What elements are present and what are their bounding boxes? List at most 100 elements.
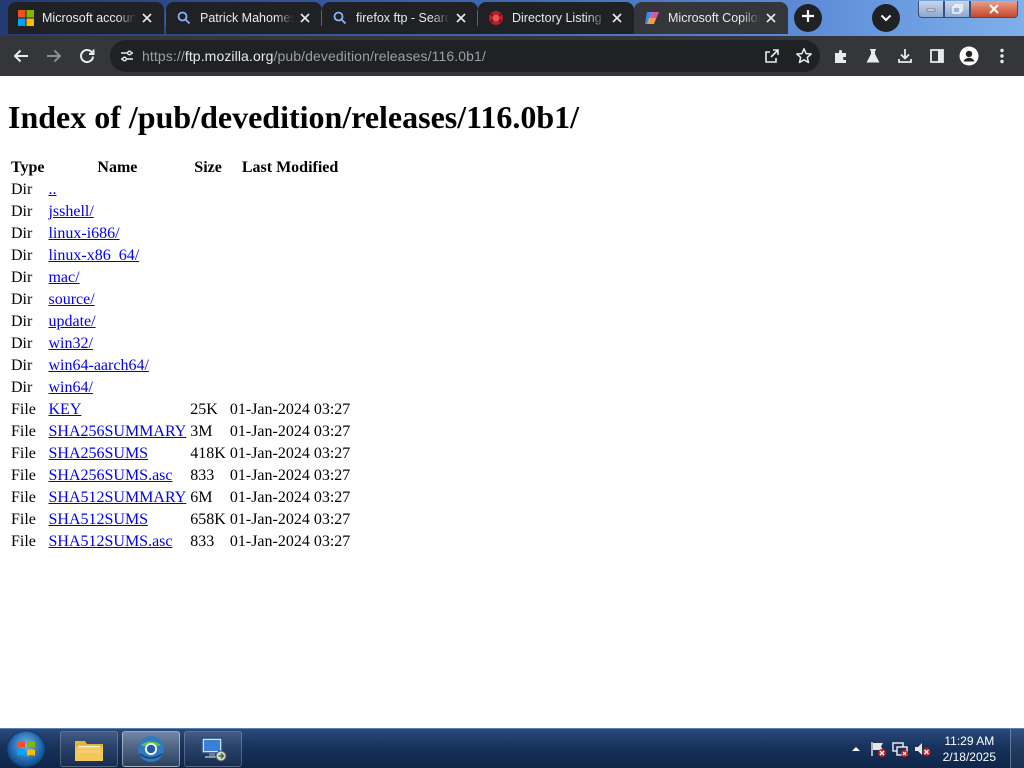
cell-name: linux-i686/ [47, 224, 187, 244]
avatar-icon [959, 46, 979, 66]
forward-button[interactable] [38, 40, 70, 72]
url-path: /pub/devedition/releases/116.0b1/ [273, 48, 486, 64]
url-text[interactable]: https://ftp.mozilla.org/pub/devedition/r… [142, 48, 486, 64]
cell-last-modified [229, 290, 351, 310]
cell-type: Dir [11, 313, 33, 330]
directory-link[interactable]: linux-i686/ [48, 225, 119, 242]
close-icon[interactable] [606, 7, 628, 29]
network-icon [891, 742, 908, 757]
back-button[interactable] [5, 40, 37, 72]
menu-button[interactable] [986, 40, 1018, 72]
labs-button[interactable] [857, 40, 889, 72]
maximize-button[interactable] [944, 1, 970, 18]
puzzle-icon [835, 50, 846, 63]
cell-last-modified [229, 180, 351, 200]
directory-link[interactable]: update/ [48, 313, 95, 330]
table-row: Dir jsshell/ [10, 202, 351, 222]
profile-button[interactable] [953, 40, 985, 72]
cell-type: File [11, 423, 36, 440]
file-link[interactable]: SHA512SUMS [48, 511, 148, 528]
cell-type: Dir [11, 247, 33, 264]
file-link[interactable]: SHA256SUMS [48, 445, 148, 462]
cell-type: Dir [11, 335, 33, 352]
table-row: Dir win64-aarch64/ [10, 356, 351, 376]
directory-link[interactable]: win32/ [48, 335, 92, 352]
cell-size [189, 356, 227, 376]
cell-type: File [11, 445, 36, 462]
forward-arrow-icon [47, 49, 62, 63]
search-icon [176, 10, 192, 26]
close-window-button[interactable] [970, 1, 1018, 18]
taskbar-chrome[interactable] [122, 731, 180, 767]
tab-firefox-ftp-search[interactable]: firefox ftp - Search [322, 2, 478, 34]
cell-name: update/ [47, 312, 187, 332]
cell-last-modified [229, 378, 351, 398]
directory-link[interactable]: linux-x86_64/ [48, 247, 139, 264]
taskbar-file-explorer[interactable] [60, 731, 118, 767]
address-bar[interactable]: https://ftp.mozilla.org/pub/devedition/r… [110, 40, 820, 72]
downloads-button[interactable] [889, 40, 921, 72]
site-settings-icon [121, 50, 133, 62]
share-button[interactable] [756, 40, 788, 72]
tab-microsoft-account[interactable]: Microsoft account | Sign In [8, 2, 164, 34]
close-icon[interactable] [450, 7, 472, 29]
bookmark-button[interactable] [788, 40, 820, 72]
close-icon[interactable] [136, 7, 158, 29]
taskbar: 11:29 AM 2/18/2025 [0, 728, 1024, 768]
table-header-row: Type Name Size Last Modified [10, 158, 351, 178]
cell-size: 833 [190, 533, 215, 550]
directory-link[interactable]: .. [48, 181, 56, 198]
tab-directory-listing[interactable]: Directory Listing [478, 2, 634, 34]
new-tab-button[interactable] [794, 4, 822, 32]
show-hidden-icons-button[interactable] [845, 738, 867, 760]
table-row: File SHA256SUMS.asc 833 01-Jan-2024 03:27 [10, 466, 351, 486]
minimize-button[interactable] [918, 1, 944, 18]
table-row: Dir.. [10, 180, 351, 200]
tab-patrick-mahomes-search[interactable]: Patrick Mahomes - Search [166, 2, 322, 34]
side-panel-button[interactable] [921, 40, 953, 72]
file-link[interactable]: SHA256SUMS.asc [48, 467, 172, 484]
extensions-button[interactable] [825, 40, 857, 72]
directory-link[interactable]: jsshell/ [48, 203, 93, 220]
directory-link[interactable]: win64/ [48, 379, 92, 396]
start-button[interactable] [6, 730, 46, 768]
cell-name: mac/ [47, 268, 187, 288]
close-icon[interactable] [294, 7, 316, 29]
file-link[interactable]: KEY [48, 401, 81, 418]
cell-last-modified [229, 356, 351, 376]
cell-size: 3M [190, 423, 213, 440]
cell-size [189, 224, 227, 244]
cell-size [189, 290, 227, 310]
file-link[interactable]: SHA256SUMMARY [48, 423, 186, 440]
cell-size: 418K [190, 445, 226, 462]
file-link[interactable]: SHA512SUMS.asc [48, 533, 172, 550]
clock-date: 2/18/2025 [942, 750, 996, 764]
table-row: File SHA256SUMS 418K 01-Jan-2024 03:27 [10, 444, 351, 464]
close-icon[interactable] [760, 7, 782, 29]
tab-microsoft-copilot[interactable]: Microsoft Copilot [634, 2, 788, 34]
tab-strip: Microsoft account | Sign In Patrick Maho… [0, 0, 1024, 36]
tab-title: Microsoft Copilot [668, 11, 760, 25]
site-info-button[interactable] [112, 40, 142, 72]
table-row: Dir win64/ [10, 378, 351, 398]
taskbar-remote-desktop[interactable] [184, 731, 242, 767]
cell-last-modified: 01-Jan-2024 03:27 [229, 467, 351, 484]
cell-name: SHA256SUMMARY [47, 422, 187, 442]
url-scheme: https:// [142, 48, 185, 64]
table-row: File SHA256SUMMARY 3M 01-Jan-2024 03:27 [10, 422, 351, 442]
directory-link[interactable]: mac/ [48, 269, 79, 286]
show-desktop-button[interactable] [1010, 729, 1024, 768]
action-center-button[interactable] [867, 738, 889, 760]
network-button[interactable] [889, 738, 911, 760]
tab-title: firefox ftp - Search [356, 11, 450, 25]
tab-search-button[interactable] [872, 4, 900, 32]
file-link[interactable]: SHA512SUMMARY [48, 489, 186, 506]
cell-last-modified [229, 312, 351, 332]
directory-link[interactable]: source/ [48, 291, 94, 308]
directory-link[interactable]: win64-aarch64/ [48, 357, 148, 374]
cell-type: Dir [11, 291, 33, 308]
clock[interactable]: 11:29 AM 2/18/2025 [943, 733, 996, 765]
cell-last-modified [229, 246, 351, 266]
volume-button[interactable] [911, 738, 933, 760]
reload-button[interactable] [71, 40, 103, 72]
